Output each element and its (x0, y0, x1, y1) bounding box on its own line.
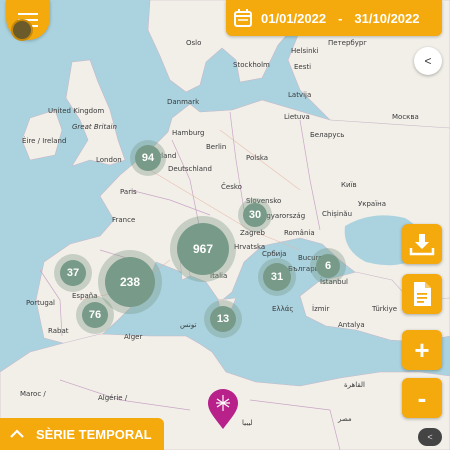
document-icon (414, 282, 431, 306)
place-label: Česko (221, 183, 242, 191)
download-button[interactable] (402, 224, 442, 264)
cluster-count: 94 (135, 145, 161, 171)
cluster-marker[interactable]: 6 (310, 248, 346, 284)
place-label: London (96, 156, 122, 164)
place-label: Москва (392, 113, 419, 121)
calendar-icon (234, 9, 252, 27)
place-label: Україна (358, 200, 387, 208)
place-label: Chișinău (322, 210, 353, 218)
place-label: Hamburg (172, 129, 205, 137)
place-label: Algérie / (98, 394, 128, 402)
collapse-panel-button[interactable]: < (414, 47, 442, 75)
place-label: Berlin (206, 143, 227, 151)
date-separator: - (338, 10, 343, 26)
download-icon (409, 234, 435, 256)
place-label: Maroc / (20, 390, 46, 398)
mosquito-pin-icon[interactable] (208, 389, 238, 429)
place-label: Éire / Ireland (22, 137, 67, 145)
place-label: Antalya (338, 321, 365, 329)
cluster-marker[interactable]: 37 (54, 254, 92, 292)
end-date: 31/10/2022 (354, 10, 420, 26)
start-date: 01/01/2022 (261, 10, 327, 26)
place-label: Eesti (294, 63, 312, 71)
place-label: Stockholm (233, 61, 270, 69)
cluster-count: 30 (243, 203, 267, 227)
place-label: Portugal (26, 299, 55, 307)
place-label: Hrvatska (234, 243, 266, 251)
place-label: Paris (120, 188, 137, 196)
place-label: Latvija (288, 91, 312, 99)
place-label: Lietuva (284, 113, 310, 121)
place-label: Alger (124, 333, 143, 341)
place-label: Helsinki (291, 47, 319, 55)
place-label: Rabat (48, 327, 69, 335)
place-label: Беларусь (310, 131, 345, 139)
attribution-toggle-button[interactable]: < (418, 428, 442, 446)
place-label: Danmark (167, 98, 200, 106)
cluster-marker[interactable]: 30 (238, 198, 272, 232)
place-label: İzmir (312, 305, 330, 313)
place-label: France (112, 216, 136, 224)
location-dot-icon (11, 19, 33, 41)
cluster-count: 76 (82, 302, 108, 328)
place-label: Київ (341, 181, 357, 189)
cluster-marker[interactable]: 76 (76, 296, 114, 334)
cluster-count: 6 (316, 254, 340, 278)
place-label: Петербург (328, 39, 367, 47)
serie-temporal-button[interactable]: SÈRIE TEMPORAL (0, 418, 164, 450)
zoom-out-button[interactable]: - (402, 378, 442, 418)
chevron-up-icon (10, 429, 24, 438)
cluster-count: 967 (177, 223, 229, 275)
place-label: مصر (338, 415, 352, 423)
place-label: القاهرة (344, 381, 365, 389)
cluster-count: 37 (60, 260, 86, 286)
zoom-in-button[interactable]: + (402, 330, 442, 370)
cluster-marker[interactable]: 94 (130, 140, 166, 176)
place-label: ليبيا (242, 419, 253, 427)
cluster-marker[interactable]: 967 (170, 216, 236, 282)
place-label: Deutschland (168, 165, 212, 173)
cluster-count: 238 (105, 257, 155, 307)
place-label: تونس (180, 321, 197, 329)
cluster-count: 31 (263, 263, 291, 291)
place-label: Oslo (186, 39, 202, 47)
document-button[interactable] (402, 274, 442, 314)
place-label: Polska (246, 154, 269, 162)
place-label: United Kingdom (48, 107, 105, 115)
date-range-picker[interactable]: 01/01/2022 - 31/10/2022 (226, 0, 442, 36)
map-view[interactable]: Oslo Helsinki Петербург Stockholm Eesti … (0, 0, 450, 450)
place-label: Great Britain (72, 123, 117, 131)
serie-temporal-label: SÈRIE TEMPORAL (36, 426, 152, 442)
cluster-marker[interactable]: 31 (258, 258, 296, 296)
place-label: Србија (262, 250, 287, 258)
place-label: Ελλάς (272, 305, 294, 313)
place-label: Türkiye (372, 305, 398, 313)
place-label: România (284, 229, 315, 237)
cluster-marker[interactable]: 13 (204, 300, 242, 338)
cluster-count: 13 (210, 306, 236, 332)
